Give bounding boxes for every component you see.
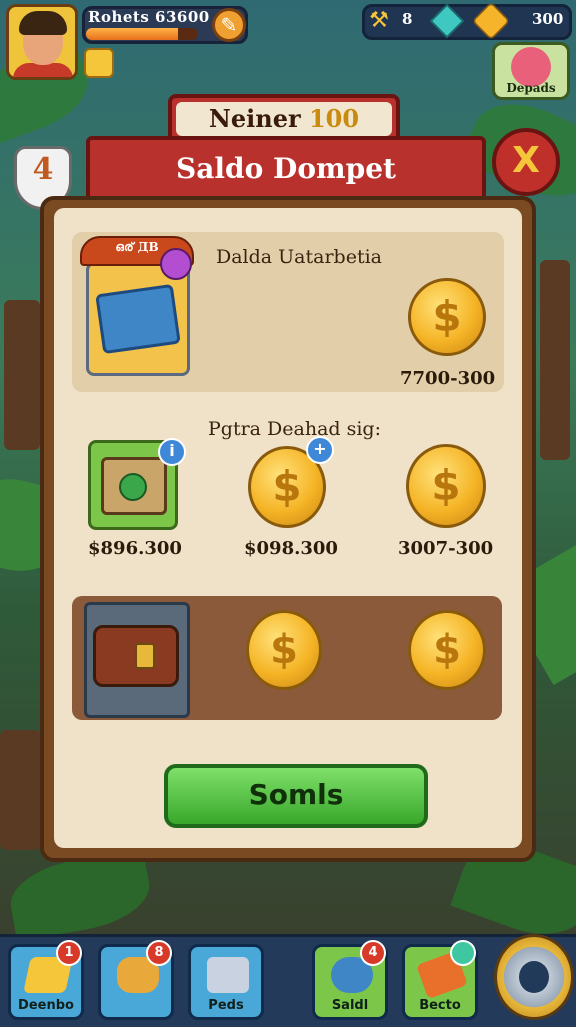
ribbon-number: 100 — [308, 104, 360, 133]
settings-gear-icon — [519, 961, 549, 993]
settings-button[interactable] — [494, 934, 574, 1020]
gold-coin-icon[interactable]: $ — [408, 278, 486, 356]
stack-icon — [207, 957, 249, 993]
coin-symbol: $ — [431, 461, 461, 510]
page-title: Saldo Dompet — [176, 152, 396, 185]
coin-count: 300 — [532, 10, 564, 28]
wallet-item-tile[interactable] — [84, 602, 190, 718]
nav-label: Peds — [208, 998, 244, 1013]
price-label: 3007-300 — [398, 538, 494, 559]
gold-coin-icon[interactable]: $ — [246, 610, 322, 690]
depads-button[interactable]: Depads — [492, 42, 570, 100]
background-post — [4, 300, 40, 450]
coin-symbol: $ — [272, 462, 302, 511]
notification-badge: 4 — [360, 940, 386, 966]
wrench-icon[interactable]: ✎ — [212, 8, 246, 42]
nav-label: Saldl — [331, 998, 369, 1013]
notification-dot — [450, 940, 476, 966]
section1-subtitle: Dalda Uatarbetia — [216, 246, 382, 268]
close-button[interactable]: X — [492, 128, 560, 196]
plus-icon[interactable]: + — [306, 436, 334, 464]
xp-progress-fill — [86, 28, 178, 40]
price-label: 7700-300 — [400, 368, 496, 389]
coin-symbol: $ — [433, 627, 461, 673]
player-name: Rohets 63600 — [88, 8, 210, 26]
action-button[interactable]: Somls — [164, 764, 428, 828]
ribbon-label: Neiner — [208, 104, 301, 133]
nav-label: Deenbo — [18, 998, 74, 1013]
hammer-count: 8 — [402, 10, 413, 28]
wallet-clasp-icon — [135, 643, 155, 669]
nav-button-peds[interactable]: Peds — [188, 944, 264, 1020]
lock-icon — [119, 473, 147, 501]
plus-symbol: + — [313, 439, 327, 458]
close-icon: X — [512, 140, 540, 181]
coin-symbol: $ — [270, 627, 298, 673]
xp-progress-bar — [86, 28, 198, 40]
background-leaf — [4, 848, 156, 942]
notification-badge: 8 — [146, 940, 172, 966]
price-label: $896.300 — [88, 538, 182, 559]
coin-symbol: $ — [432, 292, 462, 341]
hammer-icon: ⚒ — [369, 8, 389, 33]
bottom-nav-bar — [0, 934, 576, 1027]
gold-coin-icon[interactable]: $ — [408, 610, 486, 690]
player-avatar[interactable] — [6, 4, 78, 80]
background-post — [540, 260, 570, 460]
depads-label: Depads — [506, 81, 556, 95]
purple-gem-icon — [160, 248, 192, 280]
header-ribbon-text: Neiner 100 — [168, 104, 400, 133]
price-label: $098.300 — [244, 538, 338, 559]
info-symbol: i — [169, 441, 175, 460]
level-number: 4 — [32, 152, 54, 187]
avatar-hair — [19, 11, 67, 35]
background-crate — [0, 730, 40, 850]
gold-bar-icon[interactable] — [84, 48, 114, 78]
info-icon[interactable]: i — [158, 438, 186, 466]
nav-label: Becto — [419, 998, 461, 1013]
section2-subtitle: Pgtra Deahad sig: — [208, 418, 381, 440]
book-icon — [95, 283, 181, 355]
avatar-shirt — [13, 63, 73, 77]
notification-badge: 1 — [56, 940, 82, 966]
gold-coin-icon[interactable]: $ — [406, 444, 486, 528]
